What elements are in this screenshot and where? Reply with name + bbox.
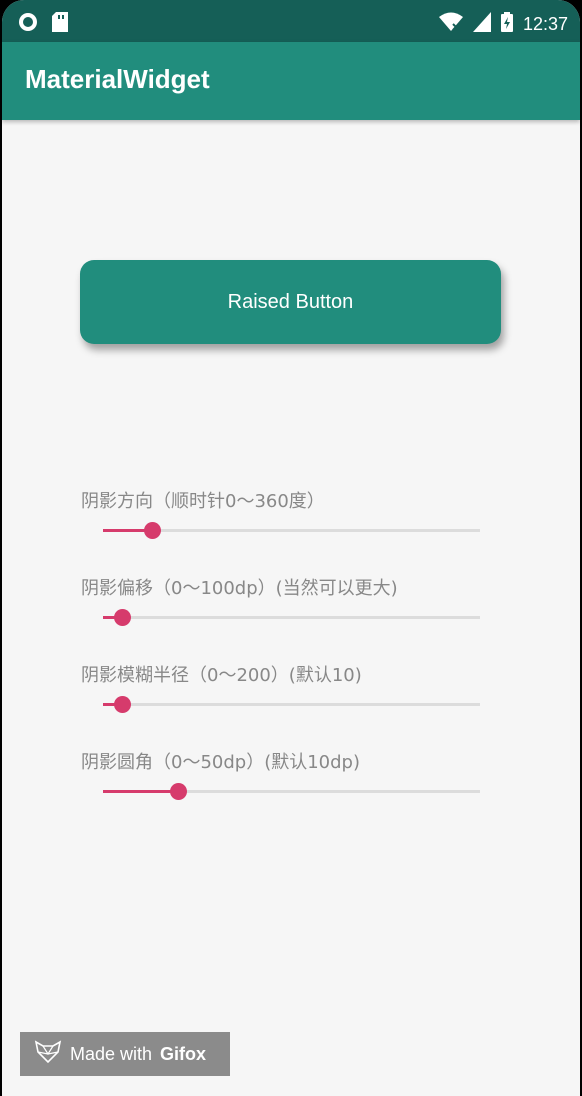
shadow-direction-slider[interactable] — [103, 522, 480, 539]
wifi-icon — [438, 12, 463, 36]
clock: 12:37 — [522, 13, 568, 34]
slider-thumb[interactable] — [170, 783, 188, 800]
fox-logo-icon — [34, 1039, 62, 1069]
app-title: MaterialWidget — [25, 64, 210, 94]
status-bar: 12:37 — [2, 0, 580, 42]
shadow-offset-slider[interactable] — [103, 609, 480, 626]
sd-card-icon — [52, 12, 68, 36]
shadow-offset-label: 阴影偏移（0～100dp）(当然可以更大) — [81, 578, 398, 599]
slider-thumb[interactable] — [144, 522, 161, 539]
shadow-corner-label: 阴影圆角（0～50dp）(默认10dp) — [81, 752, 361, 773]
slider-fill — [103, 790, 179, 793]
slider-thumb[interactable] — [113, 696, 131, 713]
shadow-blur-label: 阴影模糊半径（0～200）(默认10) — [81, 665, 362, 686]
watermark-brand: Gifox — [160, 1043, 207, 1064]
slider-thumb[interactable] — [113, 609, 131, 626]
raised-button[interactable]: Raised Button — [80, 260, 501, 344]
shadow-blur-slider[interactable] — [103, 696, 480, 713]
app-bar: MaterialWidget — [2, 42, 580, 120]
shadow-direction-label: 阴影方向（顺时针0～360度） — [81, 491, 325, 512]
circle-notification-icon — [18, 12, 38, 36]
shadow-corner-slider[interactable] — [103, 783, 480, 800]
gifox-watermark: Made with Gifox — [20, 1032, 230, 1076]
signal-icon — [472, 12, 491, 36]
screen: 12:37 MaterialWidget Raised Button 阴影方向（… — [2, 0, 580, 1096]
battery-charging-icon — [500, 12, 513, 36]
watermark-prefix: Made with — [70, 1043, 153, 1064]
